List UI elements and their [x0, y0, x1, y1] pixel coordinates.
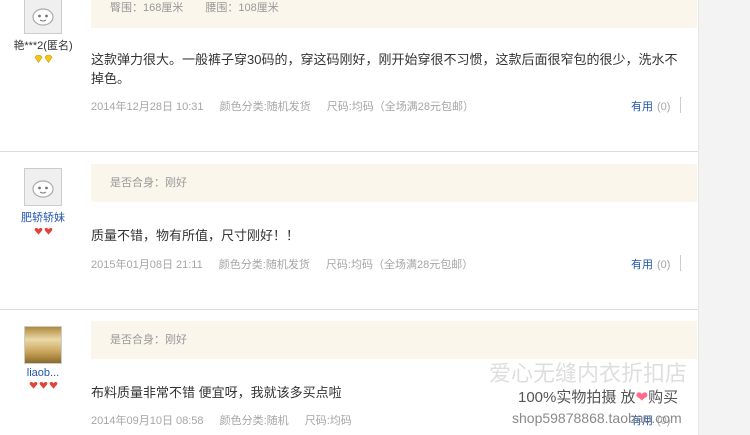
watermark-url: shop59878868.taobao.com	[512, 410, 682, 426]
yellow-diamond-icon	[34, 55, 42, 63]
avatar[interactable]	[24, 0, 62, 34]
review-color: 颜色分类:随机发货	[219, 101, 311, 113]
review-info: 2014年09月10日 08:58 颜色分类:随机 尺码:均码	[91, 412, 365, 428]
avatar[interactable]	[24, 168, 62, 206]
reviewer-name: 艳***2(匿名)	[13, 40, 73, 52]
review-size: 尺码:均码（全场满28元包邮）	[326, 101, 475, 113]
review-attributes: 是否合身：刚好	[91, 321, 697, 359]
review-date: 2014年12月28日 10:31	[91, 101, 204, 113]
useful-count: (0)	[657, 259, 671, 271]
reviewer-1: 艳***2(匿名)	[0, 0, 86, 65]
useful-vote: 有用 (0)	[631, 256, 670, 272]
useful-button[interactable]: 有用	[631, 101, 653, 113]
useful-button[interactable]: 有用	[631, 259, 653, 271]
avatar[interactable]	[24, 326, 62, 364]
default-avatar-icon	[32, 180, 54, 198]
watermark-shop-name: 爱心无缝内衣折扣店	[489, 362, 688, 387]
buyer-level-badge	[0, 381, 86, 391]
review-info: 2015年01月08日 21:11 颜色分类:随机发货 尺码:均码（全场满28元…	[91, 256, 486, 272]
review-content: 这款弹力很大。一般裤子穿30码的，穿这码刚好，刚开始穿很不习惯，这款后面很窄包的…	[91, 52, 678, 86]
reviewer-3: liaob...	[0, 326, 86, 391]
divider	[680, 255, 681, 271]
useful-count: (0)	[657, 101, 671, 113]
heart-icon: ❤	[635, 389, 649, 406]
useful-vote: 有用 (0)	[631, 98, 670, 114]
page-margin	[699, 0, 750, 435]
default-avatar-icon	[32, 8, 54, 26]
review-separator	[0, 151, 698, 152]
reviewer-name[interactable]: 肥轿轿妹	[0, 209, 86, 225]
review-size: 尺码:均码	[304, 415, 352, 427]
watermark-slogan-left: 100%实物拍摄 放	[518, 389, 636, 406]
review-info: 2014年12月28日 10:31 颜色分类:随机发货 尺码:均码（全场满28元…	[91, 98, 487, 114]
attribute-text: 臀围：168厘米 腰围：108厘米	[110, 2, 279, 14]
review-color: 颜色分类:随机	[219, 415, 289, 427]
red-heart-icon	[49, 381, 57, 389]
review-date: 2015年01月08日 21:11	[91, 259, 203, 271]
red-heart-icon	[44, 227, 52, 235]
red-heart-icon	[34, 227, 42, 235]
divider	[680, 97, 681, 113]
red-heart-icon	[29, 381, 37, 389]
yellow-diamond-icon	[44, 55, 52, 63]
reviewer-2: 肥轿轿妹	[0, 168, 86, 237]
buyer-level-badge	[0, 227, 86, 237]
review-color: 颜色分类:随机发货	[218, 259, 310, 271]
attribute-text: 是否合身：刚好	[110, 334, 187, 346]
reviewer-name[interactable]: liaob...	[0, 367, 86, 379]
review-size: 尺码:均码（全场满28元包邮）	[325, 259, 474, 271]
attribute-text: 是否合身：刚好	[110, 177, 187, 189]
watermark-slogan-right: 购买	[648, 389, 679, 406]
review-separator	[0, 309, 698, 310]
buyer-level-badge	[0, 55, 86, 65]
review-date: 2014年09月10日 08:58	[91, 415, 204, 427]
review-attributes: 是否合身：刚好	[91, 164, 697, 202]
red-heart-icon	[39, 381, 47, 389]
review-content: 质量不错，物有所值，尺寸刚好！！	[91, 228, 300, 243]
review-attributes: 臀围：168厘米 腰围：108厘米	[91, 0, 697, 28]
watermark-slogan: 100%实物拍摄 放❤购买	[518, 386, 678, 407]
